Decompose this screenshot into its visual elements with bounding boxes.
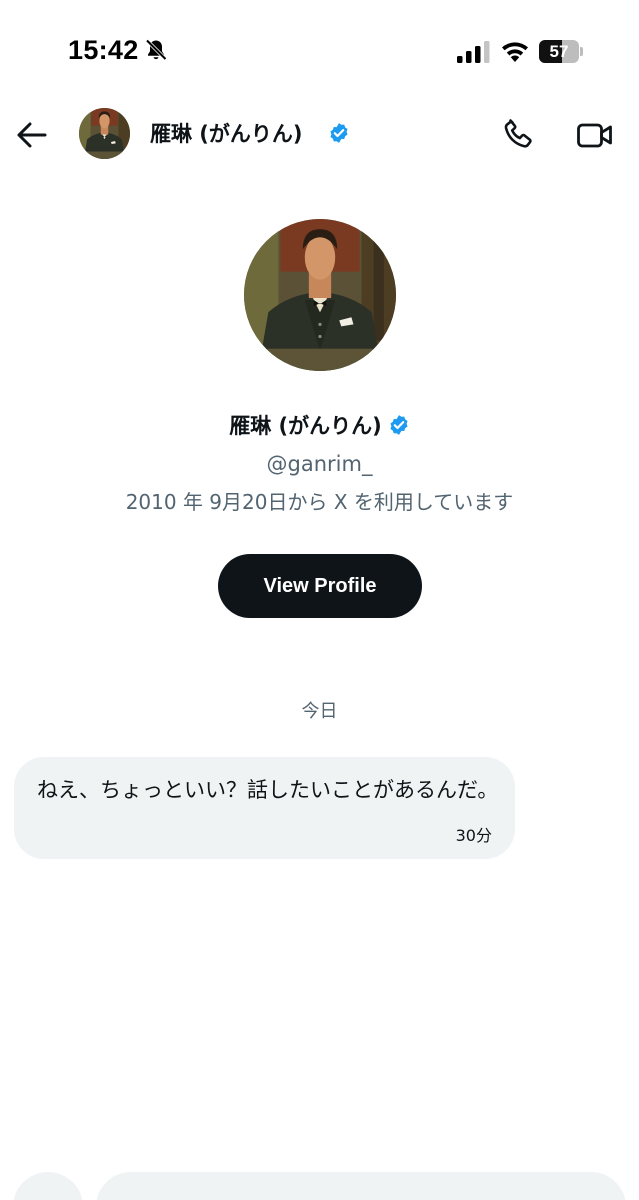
message-text: ねえ、ちょっといい？話したいことがあるんだ。 (37, 778, 499, 802)
back-arrow-icon[interactable] (14, 117, 50, 153)
composer-add-button[interactable] (13, 1172, 83, 1200)
conversation-header: 雁琳 (がんりん) (0, 100, 639, 170)
avatar-portrait-image (79, 108, 130, 159)
status-time: 15:42 (68, 35, 139, 65)
bell-slash-icon (145, 39, 167, 61)
header-display-name[interactable]: 雁琳 (がんりん) (150, 118, 303, 148)
phone-icon[interactable] (500, 116, 536, 152)
message-bubble[interactable]: ねえ、ちょっといい？話したいことがあるんだ。 30分 (14, 757, 515, 859)
message-timestamp: 30分 (455, 826, 492, 845)
video-camera-icon[interactable] (576, 118, 614, 152)
battery-nub (580, 47, 583, 56)
date-divider: 今日 (301, 701, 338, 722)
battery-icon: 57 (539, 40, 579, 63)
wifi-icon (502, 42, 528, 62)
battery-level: 57 (549, 41, 569, 61)
profile-portrait-image (244, 219, 396, 371)
profile-joined-date: 2010 年 9月20日から X を利用しています (125, 490, 514, 514)
profile-handle: @ganrim_ (266, 452, 373, 476)
verified-badge-icon (330, 123, 348, 143)
profile-name-row: 雁琳 (がんりん) (0, 410, 639, 440)
message-input[interactable] (96, 1172, 626, 1200)
profile-display-name: 雁琳 (がんりん) (229, 414, 382, 438)
profile-avatar[interactable] (244, 219, 396, 371)
dm-conversation-screen: 15:42 57 雁琳 (がんりん) 雁琳 (がんりん) @ganrim_ 20… (0, 0, 639, 1200)
verified-badge-icon (390, 415, 408, 435)
view-profile-button[interactable]: View Profile (218, 554, 422, 618)
status-bar: 15:42 57 (0, 0, 639, 100)
cellular-signal-icon (457, 41, 490, 63)
header-avatar[interactable] (79, 108, 130, 159)
